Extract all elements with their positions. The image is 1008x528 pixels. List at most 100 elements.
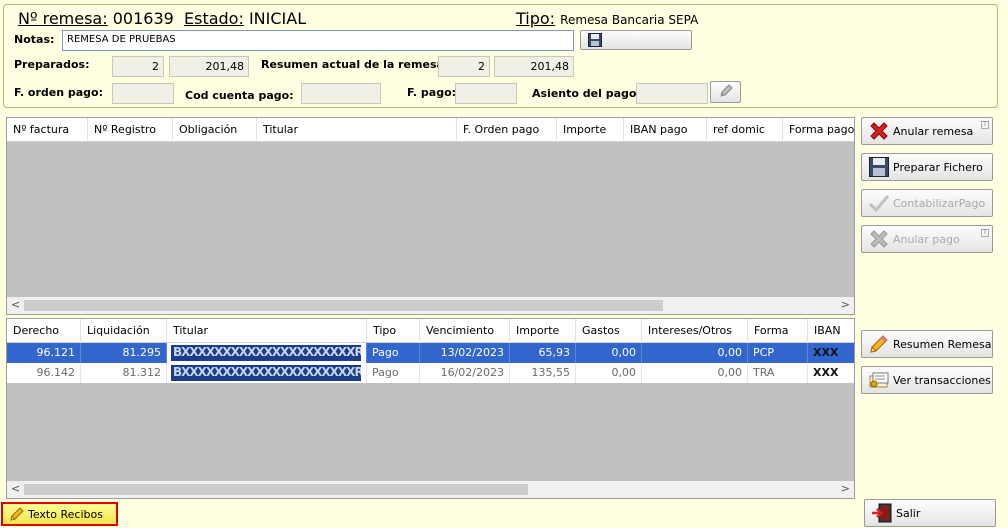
preparar-fichero-button[interactable]: Preparar Fichero <box>861 153 993 181</box>
preparados-label: Preparados: <box>14 58 90 71</box>
cell-gastos: 0,00 <box>576 363 642 383</box>
texto-recibos-button[interactable]: Texto Recibos <box>1 502 118 526</box>
salir-button[interactable]: Salir <box>864 499 996 527</box>
pencil-icon <box>868 333 890 355</box>
floppy-disk-icon <box>587 32 603 48</box>
cell-forma: PCP <box>748 343 808 363</box>
floppy-disk-icon <box>868 156 890 178</box>
salir-label: Salir <box>896 506 921 520</box>
receipt-icon <box>868 369 890 391</box>
cell-iban: XXX <box>808 343 854 363</box>
redacted-titular: BXXXXXXXXXXXXXXXXXXXXXRO <box>171 345 361 361</box>
scroll-right-icon[interactable]: > <box>841 482 850 495</box>
col-nregistro[interactable]: Nº Registro <box>88 118 173 142</box>
tipo-label: Tipo: <box>516 9 556 28</box>
remesa-number: Nº remesa: 001639 <box>18 9 174 28</box>
contabilizar-pago-label: ContabilizarPago <box>893 196 986 210</box>
col-liquidacion[interactable]: Liquidación <box>81 319 167 343</box>
asiento-label: Asiento del pago: <box>532 87 641 100</box>
cell-vencimiento: 16/02/2023 <box>420 363 510 383</box>
cell-liquidacion: 81.312 <box>81 363 167 383</box>
col-iban[interactable]: IBAN <box>808 319 854 343</box>
col-forma[interactable]: Forma <box>748 319 808 343</box>
scroll-thumb[interactable] <box>24 484 528 495</box>
scroll-thumb[interactable] <box>24 300 663 311</box>
cell-liquidacion: 81.295 <box>81 343 167 363</box>
resumen-remesa-button[interactable]: Resumen Remesa <box>861 330 993 358</box>
salvar-notas-button[interactable] <box>580 30 692 50</box>
codcuenta-field[interactable] <box>301 83 381 104</box>
scroll-right-icon[interactable]: > <box>841 298 850 311</box>
cell-titular: BXXXXXXXXXXXXXXXXXXXXXRO <box>167 363 367 383</box>
cell-iban: XXX <box>808 363 854 383</box>
asiento-field[interactable] <box>636 83 708 104</box>
col-importe[interactable]: Importe <box>510 319 576 343</box>
cell-intereses: 0,00 <box>642 363 748 383</box>
anular-remesa-button[interactable]: Anular remesa T <box>861 117 993 145</box>
cell-gastos: 0,00 <box>576 343 642 363</box>
col-gastos[interactable]: Gastos <box>576 319 642 343</box>
anular-remesa-label: Anular remesa <box>893 124 974 138</box>
checkmark-icon <box>868 192 890 214</box>
tooltip-marker-icon: T <box>981 229 989 237</box>
col-vencimiento[interactable]: Vencimiento <box>420 319 510 343</box>
recibos-grid[interactable]: Derecho Liquidación Titular Tipo Vencimi… <box>6 318 855 499</box>
scroll-left-icon[interactable]: < <box>11 482 20 495</box>
cell-forma: TRA <box>748 363 808 383</box>
gray-x-icon <box>868 228 890 250</box>
cell-importe: 135,55 <box>510 363 576 383</box>
notas-input[interactable]: REMESA DE PRUEBAS <box>62 30 574 51</box>
col-tipo[interactable]: Tipo <box>367 319 420 343</box>
col-forma-pago[interactable]: Forma pago <box>783 118 854 142</box>
remesa-label: Nº remesa: <box>18 9 108 28</box>
cell-tipo: Pago <box>367 343 420 363</box>
texto-recibos-label: Texto Recibos <box>28 507 103 521</box>
tipo: Tipo: Remesa Bancaria SEPA <box>516 9 698 28</box>
notas-label: Notas: <box>14 33 55 46</box>
cell-importe: 65,93 <box>510 343 576 363</box>
tipo-value: Remesa Bancaria SEPA <box>560 13 699 27</box>
contabilizar-pago-button[interactable]: ContabilizarPago <box>861 189 993 217</box>
col-iban-pago[interactable]: IBAN pago <box>624 118 707 142</box>
ver-transacciones-button[interactable]: Ver transacciones <box>861 366 993 394</box>
remesa-header-panel: Nº remesa: 001639 Estado: INICIAL Tipo: … <box>3 4 998 108</box>
col-forden-pago[interactable]: F. Orden pago <box>457 118 557 142</box>
facturas-grid[interactable]: Nº factura Nº Registro Obligación Titula… <box>6 117 855 315</box>
forden-field[interactable] <box>112 83 174 104</box>
col-importe[interactable]: Importe <box>557 118 624 142</box>
recibos-grid-header: Derecho Liquidación Titular Tipo Vencimi… <box>7 319 854 343</box>
table-row[interactable]: 96.121 81.295 BXXXXXXXXXXXXXXXXXXXXXRO P… <box>7 343 854 363</box>
recibos-hscrollbar[interactable]: < > <box>7 481 854 498</box>
cell-derecho: 96.121 <box>7 343 81 363</box>
estado-value: INICIAL <box>248 9 307 28</box>
pencil-icon <box>9 506 25 522</box>
scroll-left-icon[interactable]: < <box>11 298 20 311</box>
fpago-label: F. pago: <box>407 86 457 99</box>
col-derecho[interactable]: Derecho <box>7 319 81 343</box>
cell-vencimiento: 13/02/2023 <box>420 343 510 363</box>
facturas-hscrollbar[interactable]: < > <box>7 297 854 314</box>
col-ref-domic[interactable]: ref domic <box>707 118 783 142</box>
preparados-amount: 201,48 <box>169 56 249 77</box>
anular-pago-label: Anular pago <box>893 232 960 246</box>
edit-asiento-button[interactable] <box>710 81 741 103</box>
col-nfactura[interactable]: Nº factura <box>7 118 88 142</box>
table-row[interactable]: 96.142 81.312 BXXXXXXXXXXXXXXXXXXXXXRO P… <box>7 363 854 383</box>
anular-pago-button[interactable]: Anular pago T <box>861 225 993 253</box>
exit-door-icon <box>871 502 893 524</box>
col-titular[interactable]: Titular <box>167 319 367 343</box>
col-intereses[interactable]: Intereses/Otros <box>642 319 748 343</box>
estado: Estado: INICIAL <box>184 9 306 28</box>
resumen-amount: 201,48 <box>494 56 574 77</box>
cell-tipo: Pago <box>367 363 420 383</box>
fpago-field[interactable] <box>455 83 517 104</box>
cell-derecho: 96.142 <box>7 363 81 383</box>
forden-label: F. orden pago: <box>14 86 104 99</box>
col-titular[interactable]: Titular <box>257 118 457 142</box>
col-obligacion[interactable]: Obligación <box>173 118 257 142</box>
facturas-grid-header: Nº factura Nº Registro Obligación Titula… <box>7 118 854 142</box>
codcuenta-label: Cod cuenta pago: <box>185 89 294 102</box>
resumen-count: 2 <box>438 56 490 77</box>
cell-intereses: 0,00 <box>642 343 748 363</box>
pencil-icon <box>718 83 734 102</box>
